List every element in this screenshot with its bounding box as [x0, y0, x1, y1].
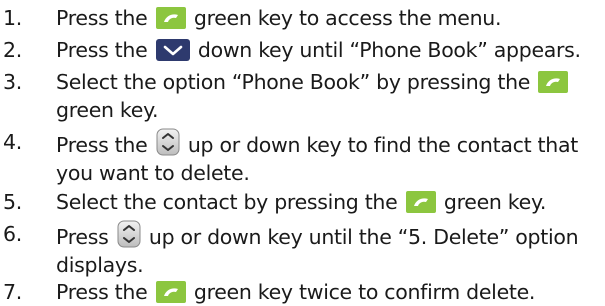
step-text-part: Press the — [56, 6, 148, 30]
down-key-icon — [155, 39, 190, 61]
green-key-icon — [538, 71, 569, 93]
step-text: Press the up or down key to find the con… — [56, 128, 605, 187]
step-text: Press the green key to access the menu. — [56, 4, 605, 32]
step-text: Press the down key until “Phone Book” ap… — [56, 36, 605, 64]
step-text: Select the option “Phone Book” by pressi… — [56, 68, 605, 124]
up-down-key-icon — [156, 128, 180, 156]
up-down-key-icon — [117, 220, 141, 248]
step-text-part: Press the — [56, 280, 148, 304]
step-text-part: Press the — [56, 133, 148, 157]
step-number: 4. — [3, 130, 22, 154]
step-text-part: up or down key to find the contact that — [187, 133, 578, 157]
step-text-part: green key to access the menu. — [193, 6, 502, 30]
green-key-icon — [155, 281, 186, 303]
step-text-part: you want to delete. — [56, 161, 250, 185]
step-3: 3. Select the option “Phone Book” by pre… — [0, 68, 605, 124]
step-7: 7. Press the green key twice to confirm … — [0, 278, 605, 306]
step-text-part: Press the — [56, 38, 148, 62]
step-number: 5. — [3, 190, 22, 214]
step-number: 3. — [3, 70, 22, 94]
step-text-part: up or down key until the “5. Delete” opt… — [148, 225, 579, 249]
step-text: Press the green key twice to confirm del… — [56, 278, 605, 306]
step-number: 2. — [3, 38, 22, 62]
step-text-part: Select the option “Phone Book” by pressi… — [56, 70, 531, 94]
step-number: 1. — [3, 6, 22, 30]
step-5: 5. Select the contact by pressing the gr… — [0, 188, 605, 216]
step-text-part: green key. — [56, 98, 159, 122]
step-number: 6. — [3, 222, 22, 246]
step-text-part: down key until “Phone Book” appears. — [197, 38, 581, 62]
step-text-part: Select the contact by pressing the — [56, 190, 398, 214]
step-text-part: green key. — [443, 190, 547, 214]
step-1: 1. Press the green key to access the men… — [0, 4, 605, 32]
step-text: Press up or down key until the “5. Delet… — [56, 220, 605, 279]
green-key-icon — [155, 7, 186, 29]
step-2: 2. Press the down key until “Phone Book”… — [0, 36, 605, 64]
step-text-part: displays. — [56, 253, 144, 277]
step-6: 6. Press up or down key until the “5. De… — [0, 220, 605, 279]
step-4: 4. Press the up or down key to find the … — [0, 128, 605, 187]
step-text-part: green key twice to confirm delete. — [193, 280, 536, 304]
step-number: 7. — [3, 280, 22, 304]
step-text: Select the contact by pressing the green… — [56, 188, 605, 216]
green-key-icon — [405, 191, 436, 213]
instruction-list: 1. Press the green key to access the men… — [0, 0, 605, 306]
step-text-part: Press — [56, 225, 109, 249]
